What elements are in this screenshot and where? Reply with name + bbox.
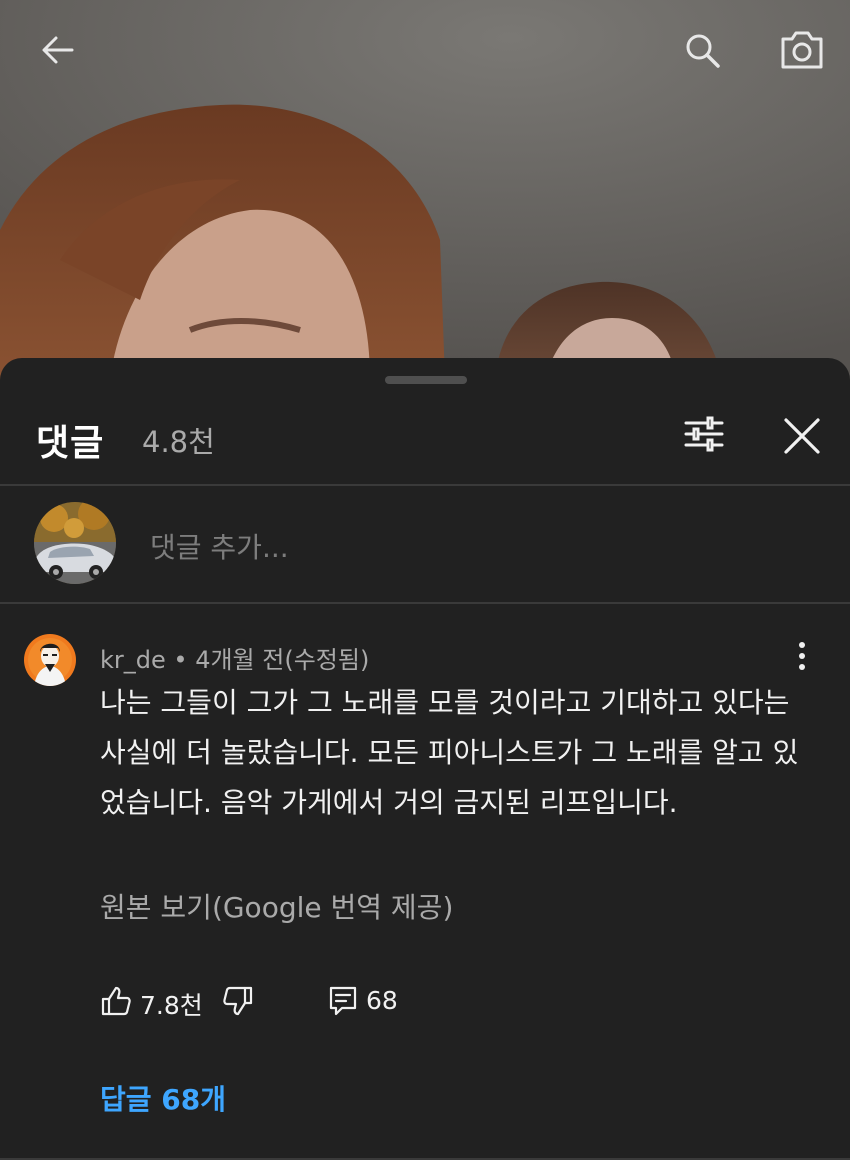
video-player[interactable] bbox=[0, 0, 850, 380]
close-icon[interactable] bbox=[776, 410, 828, 462]
commenter-avatar[interactable] bbox=[24, 634, 76, 686]
comment-actions: 7.8천 68 bbox=[100, 981, 800, 1031]
reply-count: 68 bbox=[366, 986, 398, 1015]
sort-filter-icon[interactable] bbox=[678, 410, 730, 458]
comment-meta: kr_de • 4개월 전(수정됨) bbox=[100, 640, 369, 675]
comments-count: 4.8천 bbox=[142, 425, 215, 459]
add-comment-placeholder[interactable]: 댓글 추가... bbox=[150, 526, 289, 566]
drag-handle[interactable] bbox=[385, 376, 467, 384]
comment-text: 나는 그들이 그가 그 노래를 모를 것이라고 기대하고 있다는 사실에 더 놀… bbox=[100, 686, 799, 819]
view-replies-link[interactable]: 답글 68개 bbox=[100, 1078, 226, 1118]
comments-sheet: 댓글 4.8천 댓글 추가... kr_de • 4개월 전(수정됨) 나는 그… bbox=[0, 358, 850, 1160]
comment-author[interactable]: kr_de bbox=[100, 646, 166, 674]
user-avatar bbox=[34, 502, 116, 584]
more-options-icon[interactable] bbox=[780, 634, 824, 678]
thumbs-down-icon[interactable] bbox=[222, 985, 254, 1017]
reply-icon[interactable] bbox=[328, 985, 358, 1017]
back-arrow-icon[interactable] bbox=[34, 26, 82, 74]
comments-title: 댓글 bbox=[36, 423, 105, 464]
see-original-link[interactable]: 원본 보기(Google 번역 제공) bbox=[100, 886, 453, 926]
comment-composer[interactable]: 댓글 추가... bbox=[0, 488, 850, 602]
comments-header: 댓글 4.8천 bbox=[0, 394, 850, 484]
header-divider bbox=[0, 484, 850, 486]
search-icon[interactable] bbox=[678, 26, 726, 74]
composer-divider bbox=[0, 602, 850, 604]
comment-time: 4개월 전(수정됨) bbox=[195, 646, 370, 674]
thumbs-up-icon[interactable] bbox=[100, 985, 132, 1017]
comment-item: kr_de • 4개월 전(수정됨) 나는 그들이 그가 그 노래를 모를 것이… bbox=[0, 606, 850, 1160]
meta-separator: • bbox=[173, 646, 188, 674]
like-count: 7.8천 bbox=[140, 991, 203, 1020]
camera-icon[interactable] bbox=[778, 26, 826, 74]
